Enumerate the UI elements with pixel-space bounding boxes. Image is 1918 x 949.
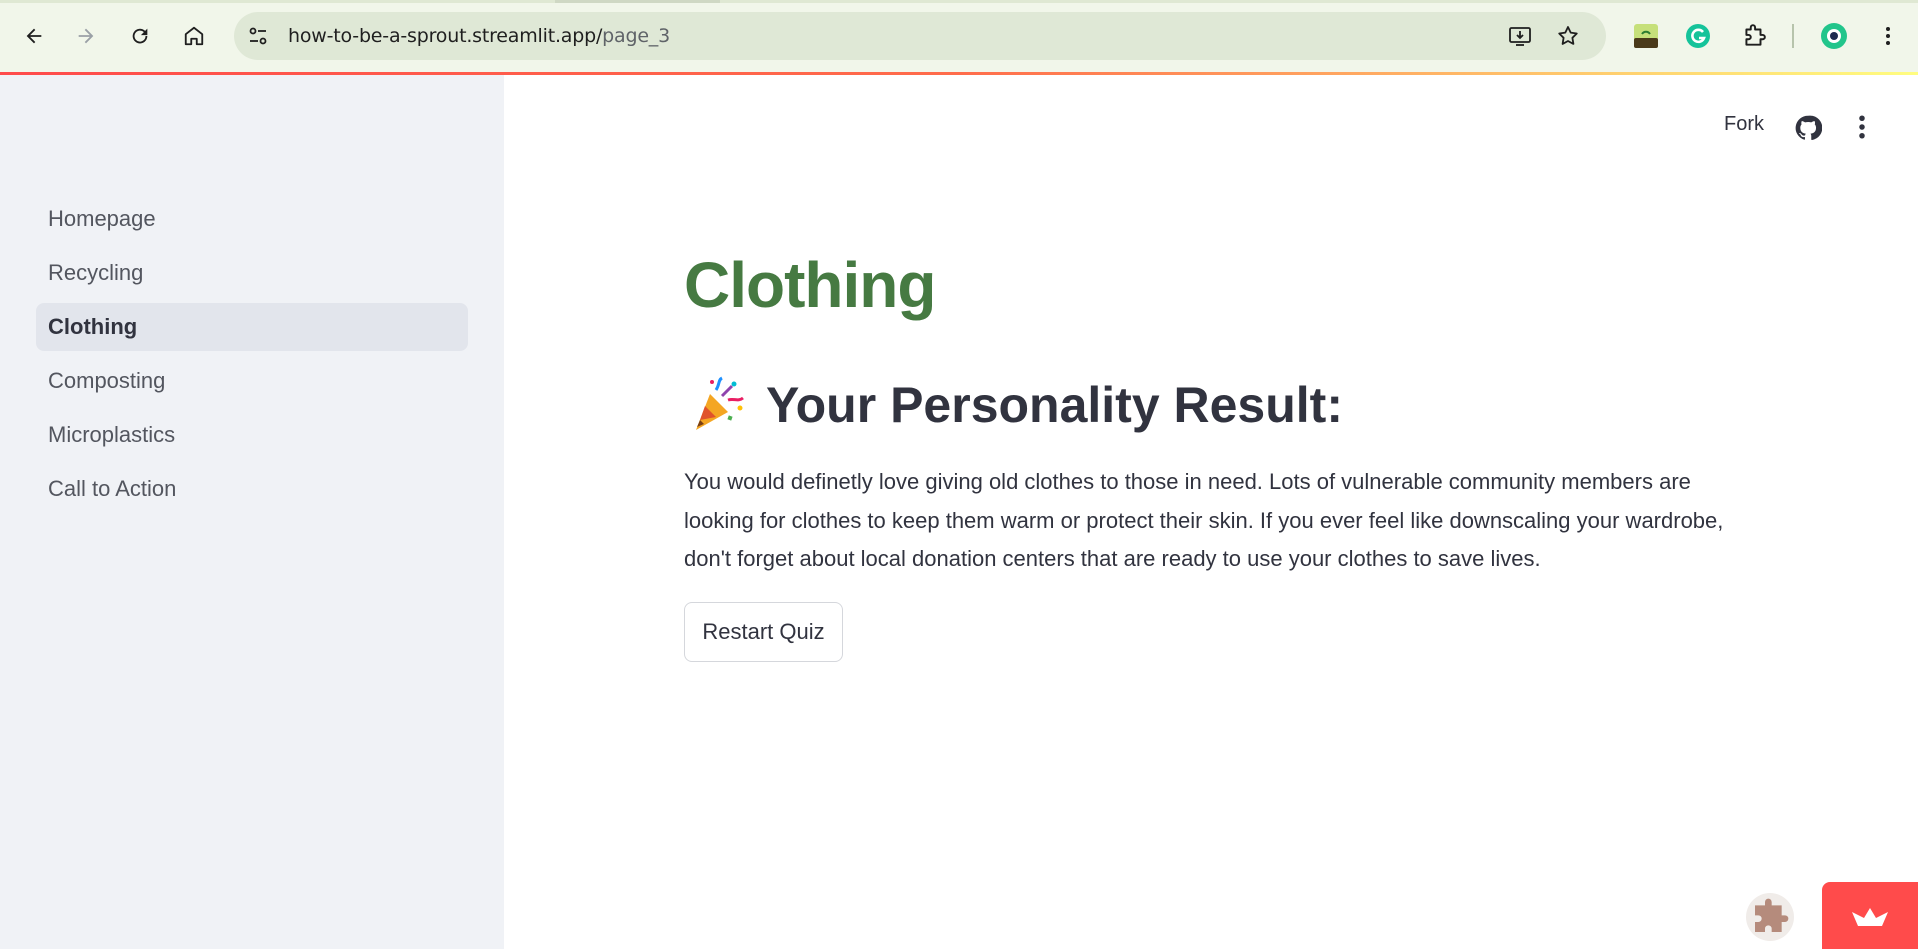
address-bar[interactable]: how-to-be-a-sprout.streamlit.app/page_3 xyxy=(234,12,1606,60)
github-icon[interactable] xyxy=(1794,114,1822,142)
result-description: You would definetly love giving old clot… xyxy=(684,469,1724,571)
puzzle-icon xyxy=(1755,898,1789,932)
sidebar-item-clothing[interactable]: Clothing xyxy=(36,303,468,351)
back-icon[interactable] xyxy=(18,20,50,52)
reload-icon[interactable] xyxy=(124,20,156,52)
sidebar-item-recycling[interactable]: Recycling xyxy=(36,249,468,297)
streamlit-badge[interactable] xyxy=(1822,882,1918,949)
url-text: how-to-be-a-sprout.streamlit.app/page_3 xyxy=(288,25,670,47)
bookmark-star-icon[interactable] xyxy=(1556,24,1580,48)
restart-quiz-button[interactable]: Restart Quiz xyxy=(684,602,843,662)
floating-extension-widget[interactable] xyxy=(1746,893,1794,941)
forward-icon[interactable] xyxy=(70,20,102,52)
tabstrip-edge xyxy=(0,0,1918,3)
toolbar-separator xyxy=(1792,24,1794,48)
result-heading-text: Your Personality Result: xyxy=(766,377,1343,433)
browser-toolbar: how-to-be-a-sprout.streamlit.app/page_3 xyxy=(0,0,1918,72)
extension-sprout-icon[interactable] xyxy=(1632,22,1660,50)
fork-button[interactable]: Fork xyxy=(1724,113,1764,136)
party-popper-icon xyxy=(696,376,744,430)
grammarly-icon[interactable] xyxy=(1684,22,1712,50)
page-title: Clothing xyxy=(684,249,936,321)
active-tab-edge xyxy=(555,0,720,3)
extensions-puzzle-icon[interactable] xyxy=(1740,22,1768,50)
sidebar: Homepage Recycling Clothing Composting M… xyxy=(0,75,504,949)
result-heading: Your Personality Result: xyxy=(688,376,1343,434)
sidebar-item-call-to-action[interactable]: Call to Action xyxy=(36,465,468,513)
site-info-icon[interactable] xyxy=(246,24,270,48)
home-icon[interactable] xyxy=(178,20,210,52)
profile-avatar-icon[interactable] xyxy=(1820,22,1848,50)
url-host: how-to-be-a-sprout.streamlit.app/ xyxy=(288,25,603,47)
url-path: page_3 xyxy=(602,25,670,47)
sidebar-item-microplastics[interactable]: Microplastics xyxy=(36,411,468,459)
chrome-menu-icon[interactable] xyxy=(1874,22,1902,50)
streamlit-crown-icon xyxy=(1852,907,1888,926)
sidebar-item-homepage[interactable]: Homepage xyxy=(36,195,468,243)
main-menu-icon[interactable] xyxy=(1854,112,1870,142)
sidebar-item-composting[interactable]: Composting xyxy=(36,357,468,405)
install-app-icon[interactable] xyxy=(1508,24,1532,48)
